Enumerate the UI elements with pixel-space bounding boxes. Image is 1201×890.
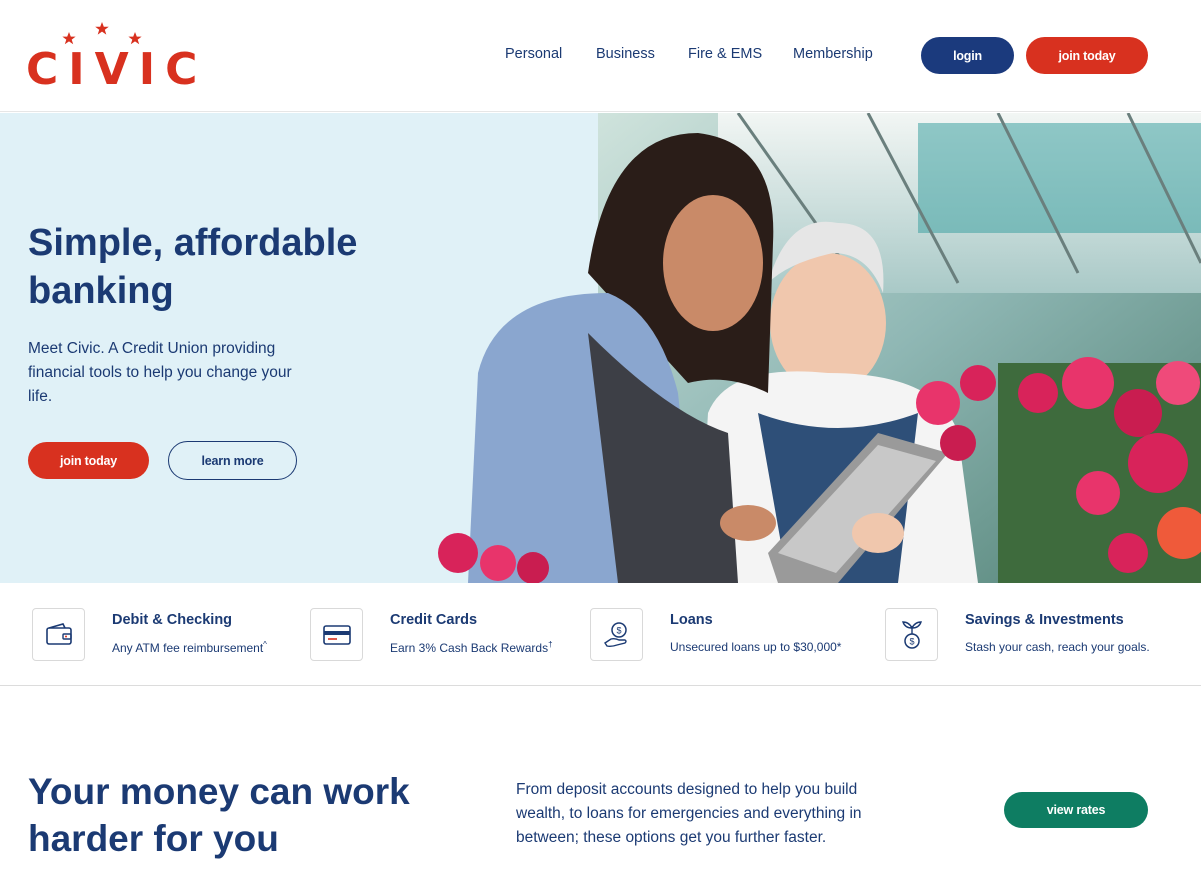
product-title: Loans xyxy=(670,612,713,628)
hero-photo-two-women-with-tablet xyxy=(438,113,1201,583)
product-savings-investments[interactable]: $ Savings & Investments Stash your cash,… xyxy=(885,608,1175,662)
nav-fire-ems[interactable]: Fire & EMS xyxy=(688,46,762,62)
footnote-mark: ^ xyxy=(263,640,267,649)
login-button[interactable]: login xyxy=(921,37,1014,74)
svg-text:$: $ xyxy=(909,636,914,646)
site-header: CIVIC ™ Personal Business Fire & EMS Mem… xyxy=(0,0,1201,112)
hero-section: Simple, affordable banking Meet Civic. A… xyxy=(0,113,1201,583)
civic-logo[interactable]: CIVIC ™ xyxy=(26,22,197,92)
product-description: Earn 3% Cash Back Rewards† xyxy=(390,640,553,655)
nav-business[interactable]: Business xyxy=(596,46,655,62)
product-title: Debit & Checking xyxy=(112,612,233,628)
join-today-header-button[interactable]: join today xyxy=(1026,37,1148,74)
section-description: From deposit accounts designed to help y… xyxy=(516,781,862,846)
hero-title: Simple, affordable banking xyxy=(28,222,358,312)
wallet-icon xyxy=(32,608,85,661)
product-loans[interactable]: $ Loans Unsecured loans up to $30,000* xyxy=(590,608,850,662)
product-description: Unsecured loans up to $30,000* xyxy=(670,640,842,654)
footnote-mark: † xyxy=(548,640,553,649)
section-title: Your money can work harder for you xyxy=(28,771,410,859)
product-title: Savings & Investments xyxy=(965,612,1124,628)
logo-trademark: ™ xyxy=(179,54,185,60)
product-description: Any ATM fee reimbursement^ xyxy=(112,640,267,655)
nav-membership[interactable]: Membership xyxy=(793,46,873,62)
svg-text:$: $ xyxy=(616,625,621,635)
hand-dollar-icon: $ xyxy=(590,608,643,661)
product-credit-cards[interactable]: Credit Cards Earn 3% Cash Back Rewards† xyxy=(310,608,570,662)
product-debit-checking[interactable]: Debit & Checking Any ATM fee reimburseme… xyxy=(32,608,292,662)
learn-more-button[interactable]: learn more xyxy=(168,441,297,480)
view-rates-button[interactable]: view rates xyxy=(1004,792,1148,828)
product-strip: Debit & Checking Any ATM fee reimburseme… xyxy=(0,583,1201,686)
join-today-hero-button[interactable]: join today xyxy=(28,442,149,479)
product-description: Stash your cash, reach your goals. xyxy=(965,640,1150,654)
credit-card-icon xyxy=(310,608,363,661)
nav-personal[interactable]: Personal xyxy=(505,46,562,62)
product-title: Credit Cards xyxy=(390,612,478,628)
hero-subtitle: Meet Civic. A Credit Union providing fin… xyxy=(28,340,292,405)
money-plant-icon: $ xyxy=(885,608,938,661)
